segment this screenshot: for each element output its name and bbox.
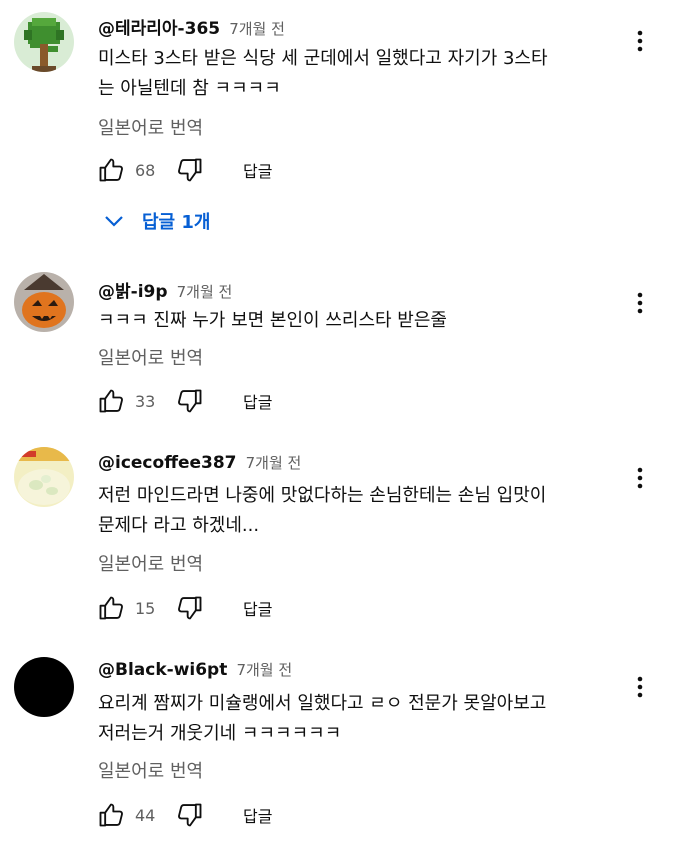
comment-actions: 68 답글 bbox=[96, 154, 272, 186]
comment-header: @icecoffee387 7개월 전 bbox=[98, 452, 301, 473]
more-vert-icon[interactable] bbox=[628, 463, 652, 493]
reply-button[interactable]: 답글 bbox=[243, 596, 272, 620]
reply-button[interactable]: 답글 bbox=[243, 803, 272, 827]
like-icon[interactable] bbox=[96, 386, 126, 416]
comment-text: 저런 마인드라면 나중에 맛없다하는 손님한테는 손님 입맛이 문제다 라고 하… bbox=[98, 485, 547, 536]
like-icon[interactable] bbox=[96, 155, 126, 185]
comment-header: @밝-i9p 7개월 전 bbox=[98, 277, 232, 302]
black-circle-avatar-icon bbox=[14, 657, 74, 717]
comment-time[interactable]: 7개월 전 bbox=[246, 454, 302, 472]
more-vert-icon[interactable] bbox=[628, 288, 652, 318]
translate-button[interactable]: 일본어로 번역 bbox=[98, 114, 203, 140]
comment-header: @테라리아-365 7개월 전 bbox=[98, 14, 285, 39]
iced-drink-avatar-icon bbox=[14, 447, 74, 507]
avatar[interactable] bbox=[14, 272, 74, 332]
author-handle[interactable]: @Black-wi6pt bbox=[98, 660, 227, 680]
terraria-tree-avatar-icon bbox=[14, 12, 74, 72]
more-vert-icon[interactable] bbox=[628, 26, 652, 56]
translate-button[interactable]: 일본어로 번역 bbox=[98, 757, 203, 783]
like-count: 15 bbox=[135, 598, 156, 618]
chevron-down-icon bbox=[104, 214, 124, 228]
comment-text: ㅋㅋㅋ 진짜 누가 보면 본인이 쓰리스타 받은줄 bbox=[98, 310, 447, 331]
author-handle[interactable]: @icecoffee387 bbox=[98, 453, 237, 473]
dislike-icon[interactable] bbox=[175, 386, 205, 416]
pumpkin-avatar-icon bbox=[14, 272, 74, 332]
comment-actions: 44 답글 bbox=[96, 799, 272, 831]
comment-time[interactable]: 7개월 전 bbox=[236, 661, 292, 679]
comment-header: @Black-wi6pt 7개월 전 bbox=[98, 659, 292, 680]
view-replies-button[interactable]: 답글 1개 bbox=[104, 208, 210, 234]
translate-button[interactable]: 일본어로 번역 bbox=[98, 344, 203, 370]
author-handle[interactable]: @테라리아-365 bbox=[98, 19, 220, 39]
like-count: 33 bbox=[135, 391, 156, 411]
author-handle[interactable]: @밝-i9p bbox=[98, 282, 168, 302]
like-icon[interactable] bbox=[96, 800, 126, 830]
comment-time[interactable]: 7개월 전 bbox=[229, 20, 285, 38]
avatar[interactable] bbox=[14, 12, 74, 72]
like-count: 68 bbox=[135, 160, 156, 180]
more-vert-icon[interactable] bbox=[628, 672, 652, 702]
avatar[interactable] bbox=[14, 657, 74, 717]
comment-text: 요리계 짬찌가 미슐랭에서 일했다고 ㄹㅇ 전문가 못알아보고 저러는거 개웃기… bbox=[98, 693, 547, 744]
comment-actions: 15 답글 bbox=[96, 592, 272, 624]
replies-count-label: 답글 1개 bbox=[142, 212, 211, 233]
comment-time[interactable]: 7개월 전 bbox=[177, 283, 233, 301]
avatar[interactable] bbox=[14, 447, 74, 507]
comment-actions: 33 답글 bbox=[96, 385, 272, 417]
dislike-icon[interactable] bbox=[175, 800, 205, 830]
like-count: 44 bbox=[135, 805, 156, 825]
dislike-icon[interactable] bbox=[175, 155, 205, 185]
reply-button[interactable]: 답글 bbox=[243, 389, 272, 413]
like-icon[interactable] bbox=[96, 593, 126, 623]
comment-text: 미스타 3스타 받은 식당 세 군데에서 일했다고 자기가 3스타 는 아닐텐데… bbox=[98, 48, 548, 99]
dislike-icon[interactable] bbox=[175, 593, 205, 623]
reply-button[interactable]: 답글 bbox=[243, 158, 272, 182]
translate-button[interactable]: 일본어로 번역 bbox=[98, 550, 203, 576]
